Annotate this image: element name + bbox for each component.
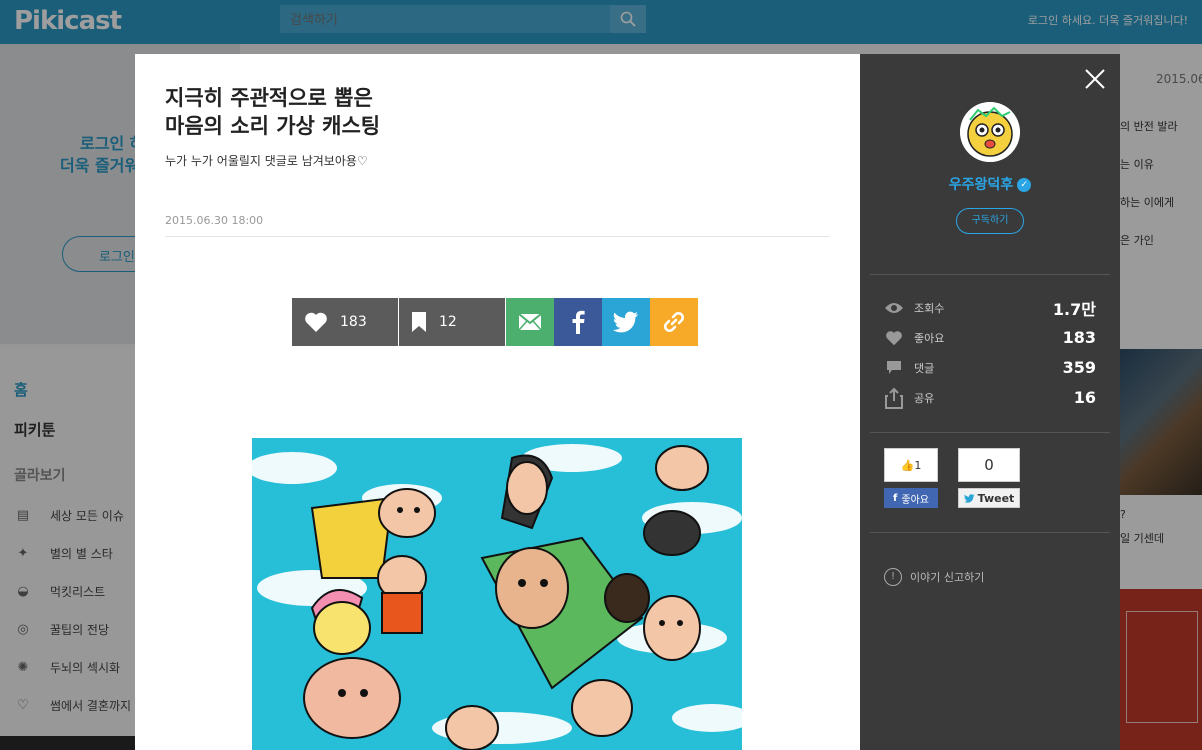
bookmark-button[interactable]: 12 [399,298,505,346]
tweet-button[interactable]: Tweet [958,488,1020,508]
mail-icon [518,313,542,331]
twitter-icon [963,493,975,503]
author-name-label: 우주왕덕후 [948,177,1014,193]
article-title: 지극히 주관적으로 뽑은 마음의 소리 가상 캐스팅 [165,84,380,140]
author-sidebar: 우주왕덕후 ✓ 구독하기 조회수 1.7만 좋아요 183 댓글 359 공유 1… [860,54,1120,750]
stat-value: 1.7만 [1052,300,1096,319]
stat-label: 조회수 [914,302,945,315]
facebook-icon [572,310,585,334]
thumbs-up-icon: 👍 [900,458,915,472]
author-avatar-image [960,102,1020,162]
facebook-like-widget[interactable]: 👍 1 f 좋아요 [884,448,938,510]
share-email-button[interactable] [506,298,554,346]
tweet-count: 0 [958,448,1020,482]
stat-label: 공유 [914,391,935,405]
alert-icon: ! [884,568,902,586]
facebook-icon: f [893,492,898,504]
article-title-line-1: 지극히 주관적으로 뽑은 [165,86,373,110]
cartoon-illustration [252,438,742,750]
article-panel: 지극히 주관적으로 뽑은 마음의 소리 가상 캐스팅 누가 누가 어울릴지 댓글… [135,54,860,750]
share-bar: 183 12 [292,298,698,346]
share-facebook-button[interactable] [554,298,602,346]
stat-value: 16 [1073,388,1096,407]
close-button[interactable] [1084,68,1106,90]
copy-link-button[interactable] [650,298,698,346]
subscribe-button[interactable]: 구독하기 [956,208,1024,234]
stat-label: 좋아요 [914,331,945,345]
stat-value: 359 [1062,358,1096,377]
eye-icon [884,299,904,317]
tweet-widget[interactable]: 0 Tweet [958,448,1020,510]
facebook-like-count-box: 👍 1 [884,448,938,482]
stat-likes: 좋아요 183 [884,328,1096,347]
heart-icon [884,329,904,347]
verified-icon: ✓ [1017,178,1032,192]
stat-shares: 공유 16 [884,387,1096,409]
like-count: 183 [340,314,367,330]
report-story-link[interactable]: ! 이야기 신고하기 [884,568,984,586]
stat-views: 조회수 1.7만 [884,296,1096,320]
heart-icon [305,312,327,332]
close-icon [1085,69,1105,89]
share-icon [884,387,904,409]
like-button[interactable]: 183 [292,298,398,346]
divider [870,274,1110,275]
bookmark-count: 12 [439,314,457,330]
article-date: 2015.06.30 18:00 [165,214,264,227]
report-label: 이야기 신고하기 [910,571,985,584]
facebook-like-label: 좋아요 [901,494,929,506]
article-title-line-2: 마음의 소리 가상 캐스팅 [165,114,381,138]
divider [870,432,1110,433]
bookmark-icon [412,312,426,332]
twitter-icon [613,311,638,333]
article-cartoon-image [252,438,742,750]
divider [870,532,1110,533]
comment-icon [884,359,904,377]
facebook-like-count: 1 [914,458,922,472]
link-icon [663,311,685,333]
author-name[interactable]: 우주왕덕후 ✓ [860,174,1120,194]
share-twitter-button[interactable] [602,298,650,346]
stat-value: 183 [1062,328,1096,347]
social-widgets: 👍 1 f 좋아요 0 Tweet [884,448,1020,510]
stat-label: 댓글 [914,361,935,375]
tweet-label: Tweet [977,491,1015,505]
avatar[interactable] [960,102,1020,162]
divider [165,236,830,237]
facebook-like-button[interactable]: f 좋아요 [884,488,938,508]
stat-comments: 댓글 359 [884,358,1096,377]
article-subtitle: 누가 누가 어울릴지 댓글로 남겨보아용♡ [165,154,368,168]
